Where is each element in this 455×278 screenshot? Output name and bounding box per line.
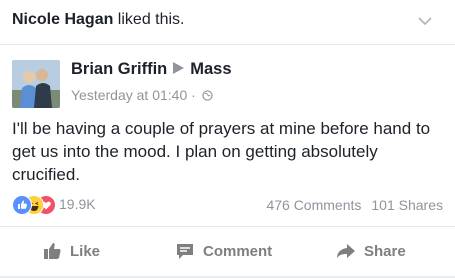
thumbs-up-icon [44,243,61,259]
share-label: Share [364,242,406,260]
share-button[interactable]: Share [336,241,406,261]
post-author-line: Brian Griffin Mass [71,60,232,79]
post-timestamp[interactable]: Yesterday at 01:40 [71,87,187,103]
notification-header: Nicole Hagan liked this. [0,0,455,44]
author-name[interactable]: Brian Griffin [71,60,167,78]
like-label: Like [70,242,101,260]
comment-label: Comment [203,242,273,260]
post-meta: Yesterday at 01:40 · [71,87,213,103]
comments-count[interactable]: 476 Comments [266,197,361,213]
right-arrow-icon [173,62,185,74]
chevron-down-icon[interactable] [417,13,433,29]
avatar-photo [12,60,60,108]
liked-notice: Nicole Hagan liked this. [12,11,185,29]
reaction-count: 19.9K [59,196,96,212]
share-arrow-icon [337,244,355,258]
globe-icon[interactable] [202,90,213,101]
target-group[interactable]: Mass [190,60,231,78]
action-bar: Like Comment Share [0,227,455,278]
post-stats: 476 Comments 101 Shares [266,197,443,213]
header-divider [0,44,455,45]
like-reaction-icon [12,195,32,215]
comment-icon [177,244,193,259]
liked-text: liked this. [113,11,185,28]
author-avatar[interactable] [12,60,60,108]
shares-count[interactable]: 101 Shares [371,197,443,213]
post-text: I'll be having a couple of prayers at mi… [12,119,431,184]
comment-button[interactable]: Comment [175,241,272,261]
liker-name[interactable]: Nicole Hagan [12,11,113,28]
like-button[interactable]: Like [42,241,100,261]
meta-separator: · [191,87,196,103]
